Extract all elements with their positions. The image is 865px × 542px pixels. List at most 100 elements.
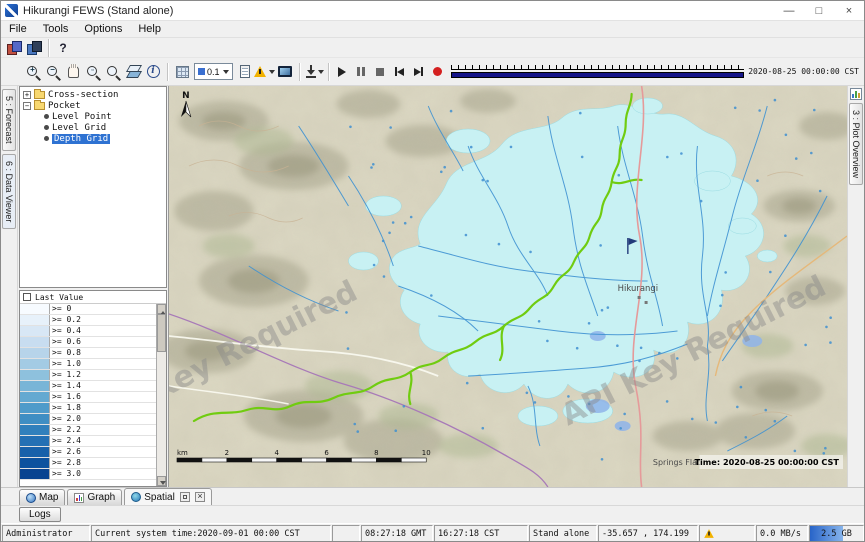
export-database-button[interactable] [24, 38, 44, 58]
legend-row[interactable]: >= 2.8 [20, 458, 156, 469]
tab-data-viewer[interactable]: 6 : Data Viewer [2, 154, 16, 229]
pause-button[interactable] [352, 62, 371, 81]
pan-button[interactable] [63, 62, 83, 82]
tab-spatial-label: Spatial [144, 492, 175, 503]
legend-row[interactable]: >= 0.2 [20, 315, 156, 326]
help-icon[interactable] [53, 38, 73, 58]
legend-row[interactable]: >= 0.8 [20, 348, 156, 359]
legend-scrollbar[interactable] [156, 304, 166, 486]
time-ruler [451, 65, 745, 70]
folder-icon [34, 102, 45, 110]
legend-row[interactable]: >= 1.4 [20, 381, 156, 392]
zoom-in-button[interactable] [23, 62, 43, 82]
logs-button[interactable]: Logs [19, 507, 61, 522]
export-animation-dropdown[interactable] [304, 62, 324, 82]
tab-map-label: Map [39, 492, 58, 503]
record-button[interactable] [428, 62, 447, 81]
legend-entry-label: >= 0.2 [50, 315, 83, 325]
legend-color-swatch [20, 304, 50, 314]
time-slider[interactable] [451, 64, 745, 79]
legend-entry-label: >= 0.4 [50, 326, 83, 336]
legend-entry-label: >= 0.8 [50, 348, 83, 358]
legend-row[interactable]: >= 1.0 [20, 359, 156, 370]
tree-item-depth-grid[interactable]: Depth Grid [20, 133, 166, 144]
status-gmt-time: 08:27:18 GMT [361, 525, 433, 542]
zoom-out-button[interactable] [43, 62, 63, 82]
right-tab-strip: 3 : Plot Overview [847, 86, 864, 487]
skip-to-start-button[interactable] [390, 62, 409, 81]
grid-size-combo-icon [198, 68, 205, 75]
tree-item-pocket[interactable]: Pocket [20, 100, 166, 111]
status-memory: 2.5 GB [809, 525, 864, 542]
close-button[interactable]: × [834, 1, 864, 20]
stop-button[interactable] [371, 62, 390, 81]
display-button[interactable] [275, 62, 295, 82]
info-icon [147, 65, 160, 78]
grid-display-button[interactable] [172, 62, 192, 82]
tab-map[interactable]: Map [19, 489, 65, 505]
map-canvas[interactable]: API Key Required API Key Required Hikura… [169, 86, 847, 487]
legend-row[interactable]: >= 2.2 [20, 425, 156, 436]
tab-close-icon[interactable] [195, 492, 205, 502]
last-value-checkbox[interactable] [23, 293, 31, 301]
legend-row[interactable]: >= 3.0 [20, 469, 156, 480]
status-transfer-rate: 0.0 MB/s [756, 525, 808, 542]
plot-overview-icon[interactable] [850, 88, 862, 100]
tree-item-level-grid[interactable]: Level Grid [20, 122, 166, 133]
status-local-time: 16:27:18 CST [434, 525, 528, 542]
play-button[interactable] [333, 62, 352, 81]
import-button[interactable] [4, 38, 24, 58]
legend-entry-label: >= 0.6 [50, 337, 83, 347]
chevron-down-icon [318, 70, 324, 77]
svg-text:2: 2 [225, 449, 229, 457]
legend-row[interactable]: >= 0.4 [20, 326, 156, 337]
scroll-down-icon[interactable] [157, 476, 166, 486]
database-blue-icon [27, 41, 41, 54]
svg-text:8: 8 [374, 449, 378, 457]
layers-button[interactable] [123, 62, 143, 82]
time-bar[interactable] [451, 72, 745, 78]
legend-row[interactable]: >= 1.8 [20, 403, 156, 414]
legend-row[interactable]: >= 2.6 [20, 447, 156, 458]
legend-row[interactable]: >= 0 [20, 304, 156, 315]
tab-restore-icon[interactable] [180, 492, 190, 502]
info-button[interactable] [143, 62, 163, 82]
legend-row[interactable]: >= 1.2 [20, 370, 156, 381]
scroll-up-icon[interactable] [157, 304, 166, 314]
menu-file[interactable]: File [1, 21, 35, 37]
memory-usage-label: 2.5 GB [821, 529, 852, 539]
minimize-button[interactable]: — [774, 1, 804, 20]
tab-plot-overview[interactable]: 3 : Plot Overview [849, 103, 863, 185]
menu-options[interactable]: Options [76, 21, 130, 37]
status-warning-icon[interactable] [704, 529, 714, 538]
expander-plus-icon[interactable] [23, 91, 31, 99]
scrollbar-thumb[interactable] [157, 314, 166, 352]
app-window: Hikurangi FEWS (Stand alone) — □ × File … [0, 0, 865, 542]
legend-row[interactable]: >= 2.4 [20, 436, 156, 447]
expander-minus-icon[interactable] [23, 102, 31, 110]
legend-row[interactable]: >= 1.6 [20, 392, 156, 403]
zoom-box-icon [84, 63, 102, 81]
profile-document-button[interactable] [235, 62, 255, 82]
grid-size-combo[interactable]: 0.1 [194, 63, 233, 80]
tab-spatial[interactable]: Spatial [124, 488, 212, 505]
skip-to-end-button[interactable] [409, 62, 428, 81]
map-view[interactable]: API Key Required API Key Required Hikura… [168, 86, 847, 487]
zoom-box-button[interactable] [83, 62, 103, 82]
bullet-icon [44, 125, 49, 130]
menu-help[interactable]: Help [130, 21, 169, 37]
tab-forecast[interactable]: 5 : Forecast [2, 89, 16, 151]
legend-row[interactable]: >= 2.0 [20, 414, 156, 425]
zoom-extent-button[interactable] [103, 62, 123, 82]
svg-text:4: 4 [274, 449, 279, 457]
logs-bar: Logs [1, 505, 864, 523]
layers-icon [125, 64, 142, 79]
tree-item-level-point[interactable]: Level Point [20, 111, 166, 122]
legend-row[interactable]: >= 0.6 [20, 337, 156, 348]
tree-item-cross-section[interactable]: Cross-section [20, 89, 166, 100]
menu-tools[interactable]: Tools [35, 21, 77, 37]
toolbar-map: 0.1 2020-08-25 00:00:00 CST [1, 58, 864, 86]
maximize-button[interactable]: □ [804, 1, 834, 20]
tab-graph[interactable]: Graph [67, 489, 122, 505]
thresholds-dropdown[interactable] [255, 62, 275, 82]
